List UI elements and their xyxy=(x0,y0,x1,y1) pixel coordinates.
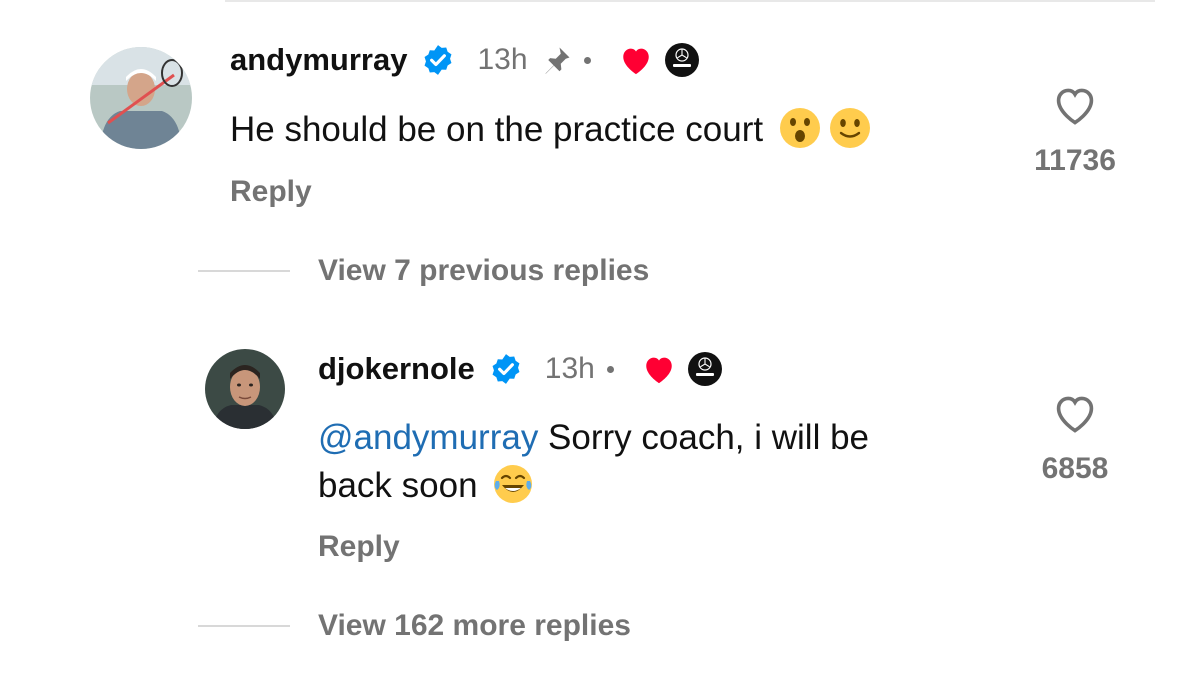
comment-meta: djokernole 13h xyxy=(318,351,722,387)
view-previous-replies-label[interactable]: View 7 previous replies xyxy=(318,254,649,288)
heart-outline-icon[interactable] xyxy=(1052,392,1098,434)
view-previous-replies[interactable]: View 7 previous replies xyxy=(198,254,649,288)
red-heart-icon xyxy=(619,44,653,76)
red-heart-icon xyxy=(642,353,676,385)
thread-line xyxy=(198,625,290,627)
username[interactable]: andymurray xyxy=(230,42,407,78)
astonished-face-emoji xyxy=(779,107,821,149)
like-group: 6858 xyxy=(1020,392,1130,486)
view-more-replies-label[interactable]: View 162 more replies xyxy=(318,609,631,643)
mention-link[interactable]: @andymurray xyxy=(318,418,538,457)
pin-icon xyxy=(542,45,572,75)
thread-line xyxy=(198,270,290,272)
view-more-replies[interactable]: View 162 more replies xyxy=(198,609,631,643)
username[interactable]: djokernole xyxy=(318,351,475,387)
comment-body: He should be on the practice court xyxy=(230,106,871,154)
comment-text: He should be on the practice court xyxy=(230,110,764,149)
avatar[interactable] xyxy=(90,47,192,149)
top-divider xyxy=(225,0,1155,2)
like-count: 6858 xyxy=(1041,452,1109,485)
avatar[interactable] xyxy=(205,349,285,429)
comment-line-2: back soon xyxy=(318,462,869,510)
timestamp: 13h xyxy=(477,43,528,76)
comment-line-1: @andymurray Sorry coach, i will be xyxy=(318,414,869,462)
reply-button[interactable]: Reply xyxy=(230,175,312,209)
separator-dot xyxy=(606,365,614,373)
comment-text: Sorry coach, i will be xyxy=(538,418,869,457)
heart-outline-icon[interactable] xyxy=(1052,84,1098,126)
verified-badge-icon xyxy=(421,43,455,77)
separator-dot xyxy=(583,56,591,64)
comment-meta: andymurray 13h xyxy=(230,42,699,78)
comment-text: back soon xyxy=(318,466,478,505)
slightly-smiling-face-emoji xyxy=(829,107,871,149)
like-count: 11736 xyxy=(1034,144,1116,177)
reply-button[interactable]: Reply xyxy=(318,530,400,564)
verified-badge-icon xyxy=(489,352,523,386)
comment-body: @andymurray Sorry coach, i will be back … xyxy=(318,414,869,510)
like-group: 11736 xyxy=(1020,84,1130,178)
tears-of-joy-emoji xyxy=(492,463,534,505)
timestamp: 13h xyxy=(544,352,595,385)
mercedes-amg-badge-icon xyxy=(687,352,722,386)
mercedes-amg-badge-icon xyxy=(664,43,699,77)
